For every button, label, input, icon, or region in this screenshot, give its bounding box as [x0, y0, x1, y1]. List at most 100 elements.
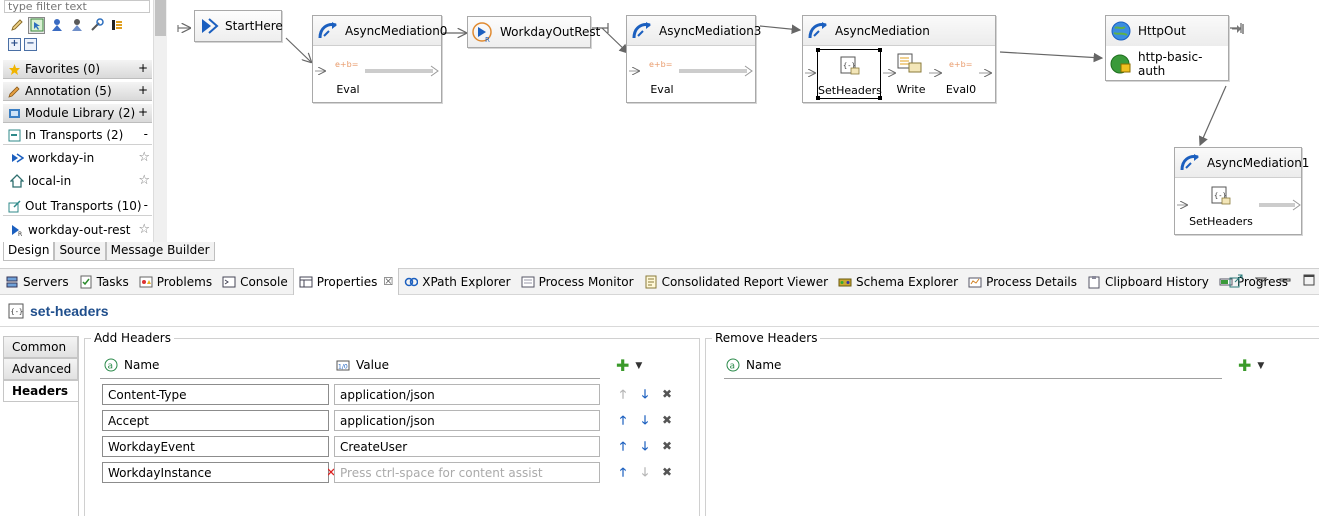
move-up-icon[interactable]: 🡑: [616, 413, 630, 428]
header-name-field[interactable]: [102, 384, 329, 405]
delete-icon[interactable]: ✖: [660, 465, 674, 479]
set-headers-step-selected[interactable]: {-} SetHeaders: [816, 48, 882, 100]
drawer-in-transports[interactable]: In Transports (2) -: [3, 126, 152, 145]
tab-properties[interactable]: Properties ☒: [292, 268, 400, 295]
drawer-favorites[interactable]: Favorites (0) +: [3, 60, 152, 79]
view-menu-icon[interactable]: [1254, 274, 1268, 291]
set-headers-icon: {-}: [840, 56, 860, 79]
start-here-node[interactable]: StartHere: [194, 10, 283, 42]
tab-message-builder[interactable]: Message Builder: [105, 242, 215, 261]
http-basic-auth-row[interactable]: http-basic-auth: [1110, 50, 1228, 78]
assembly-canvas[interactable]: StartHere AsyncMediation0 e+b= Eval R Wo…: [168, 0, 1319, 242]
person-left-icon[interactable]: [48, 17, 65, 34]
tab-servers[interactable]: Servers: [0, 269, 74, 295]
minimize-icon[interactable]: [1279, 274, 1291, 291]
step-eval-label[interactable]: Eval: [333, 83, 363, 96]
tools-icon[interactable]: [88, 17, 105, 34]
header-name-field[interactable]: [102, 410, 329, 431]
header-value-field[interactable]: [334, 436, 600, 457]
close-icon[interactable]: ☒: [383, 275, 393, 288]
arrows-icon[interactable]: [108, 17, 125, 34]
delete-icon[interactable]: ✖: [660, 439, 674, 453]
async-mediation-0-node[interactable]: AsyncMediation0 e+b= Eval: [312, 15, 447, 103]
drawer-annotation[interactable]: Annotation (5) +: [3, 82, 152, 101]
workday-out-rest-node[interactable]: R WorkdayOutRest: [467, 16, 600, 48]
attribute-icon: a: [104, 358, 118, 372]
person-right-icon[interactable]: [68, 17, 85, 34]
set-headers-icon: {-}: [8, 303, 24, 319]
header-name-field[interactable]: [102, 436, 329, 457]
collapse-all-icon[interactable]: −: [24, 38, 37, 51]
async-mediation-3-node[interactable]: AsyncMediation3 e+b= Eval: [626, 15, 761, 103]
delete-icon[interactable]: ✖: [660, 387, 674, 401]
node-title: AsyncMediation1: [1207, 155, 1310, 170]
drawer-module-library[interactable]: Module Library (2) +: [3, 104, 152, 123]
star-icon[interactable]: ☆: [138, 222, 150, 237]
tasks-icon: [79, 275, 93, 289]
delete-icon[interactable]: ✖: [660, 413, 674, 427]
move-up-icon[interactable]: 🡑: [616, 439, 630, 454]
palette-scrollbar[interactable]: [153, 0, 167, 242]
star-icon[interactable]: ☆: [138, 150, 150, 165]
header-name-field[interactable]: [102, 462, 329, 483]
async-mediation-node[interactable]: AsyncMediation {-} SetHeaders Write e+b=…: [802, 15, 996, 103]
tab-problems[interactable]: Problems: [134, 269, 217, 295]
tab-design[interactable]: Design: [3, 242, 55, 261]
add-remove-header-button[interactable]: ✚ ▼: [1238, 358, 1264, 374]
tab-source[interactable]: Source: [54, 242, 106, 261]
side-tab-headers[interactable]: Headers: [3, 380, 78, 402]
column-label: Name: [124, 358, 160, 372]
xpath-icon: [404, 275, 419, 289]
move-up-icon[interactable]: 🡑: [616, 465, 630, 480]
side-tab-common[interactable]: Common: [3, 336, 78, 358]
http-out-node[interactable]: HttpOut http-basic-auth: [1105, 15, 1229, 81]
add-header-button[interactable]: ✚ ▼: [616, 358, 642, 374]
inbound-arrow-icon: [10, 151, 24, 165]
drawer-toggle: +: [137, 61, 148, 75]
select-tool-icon[interactable]: [28, 16, 45, 34]
step-write-label[interactable]: Write: [895, 83, 927, 96]
step-eval-label[interactable]: Eval: [647, 83, 677, 96]
step-set-headers-label: SetHeaders: [818, 84, 882, 97]
star-icon[interactable]: ☆: [138, 173, 150, 188]
header-value-field[interactable]: [334, 462, 600, 483]
start-arrow-icon: [199, 15, 219, 37]
step-flow: [629, 65, 753, 77]
expand-all-icon[interactable]: +: [8, 38, 21, 51]
chevron-down-icon[interactable]: ▼: [635, 361, 642, 371]
add-name-column-header[interactable]: a Name: [104, 358, 159, 372]
step-eval0-label[interactable]: Eval0: [943, 83, 979, 96]
tab-xpath-explorer[interactable]: XPath Explorer: [399, 269, 515, 295]
palette-entry-workday-in[interactable]: workday-in ☆: [10, 148, 152, 168]
side-tab-advanced[interactable]: Advanced: [3, 358, 78, 380]
tab-tasks[interactable]: Tasks: [74, 269, 134, 295]
header-value-field[interactable]: [334, 384, 600, 405]
header-value-field[interactable]: [334, 410, 600, 431]
move-down-icon[interactable]: 🡓: [638, 413, 652, 428]
tab-process-monitor[interactable]: Process Monitor: [516, 269, 639, 295]
async-mediation-icon: [807, 20, 829, 42]
end-port-icon: [1232, 24, 1244, 34]
step-set-headers-label[interactable]: SetHeaders: [1189, 215, 1253, 228]
move-down-icon[interactable]: 🡓: [638, 439, 652, 454]
maximize-icon[interactable]: [1303, 274, 1315, 291]
tab-schema-explorer[interactable]: Schema Explorer: [833, 269, 963, 295]
remove-name-column-header[interactable]: a Name: [726, 358, 781, 372]
add-value-column-header[interactable]: 1/0 Value: [336, 358, 389, 372]
tab-process-details[interactable]: Process Details: [963, 269, 1082, 295]
properties-icon: [299, 275, 313, 289]
pencil-icon: [7, 84, 21, 98]
drawer-out-transports[interactable]: Out Transports (10) -: [3, 197, 152, 216]
tab-consolidated-report-viewer[interactable]: Consolidated Report Viewer: [639, 269, 833, 295]
pencil-icon[interactable]: [8, 17, 25, 34]
async-mediation-1-node[interactable]: AsyncMediation1 {-} SetHeaders: [1174, 147, 1309, 235]
palette-entry-workday-out-rest[interactable]: R workday-out-rest ☆: [10, 220, 152, 240]
palette-filter-input[interactable]: [4, 0, 150, 13]
open-new-view-icon[interactable]: [1229, 274, 1243, 291]
chevron-down-icon[interactable]: ▼: [1257, 361, 1264, 371]
palette-entry-local-in[interactable]: local-in ☆: [10, 171, 152, 191]
tab-console[interactable]: Console: [217, 269, 293, 295]
move-down-icon[interactable]: 🡓: [638, 387, 652, 402]
tab-clipboard-history[interactable]: Clipboard History: [1082, 269, 1214, 295]
globe-lock-icon: [1110, 53, 1132, 75]
